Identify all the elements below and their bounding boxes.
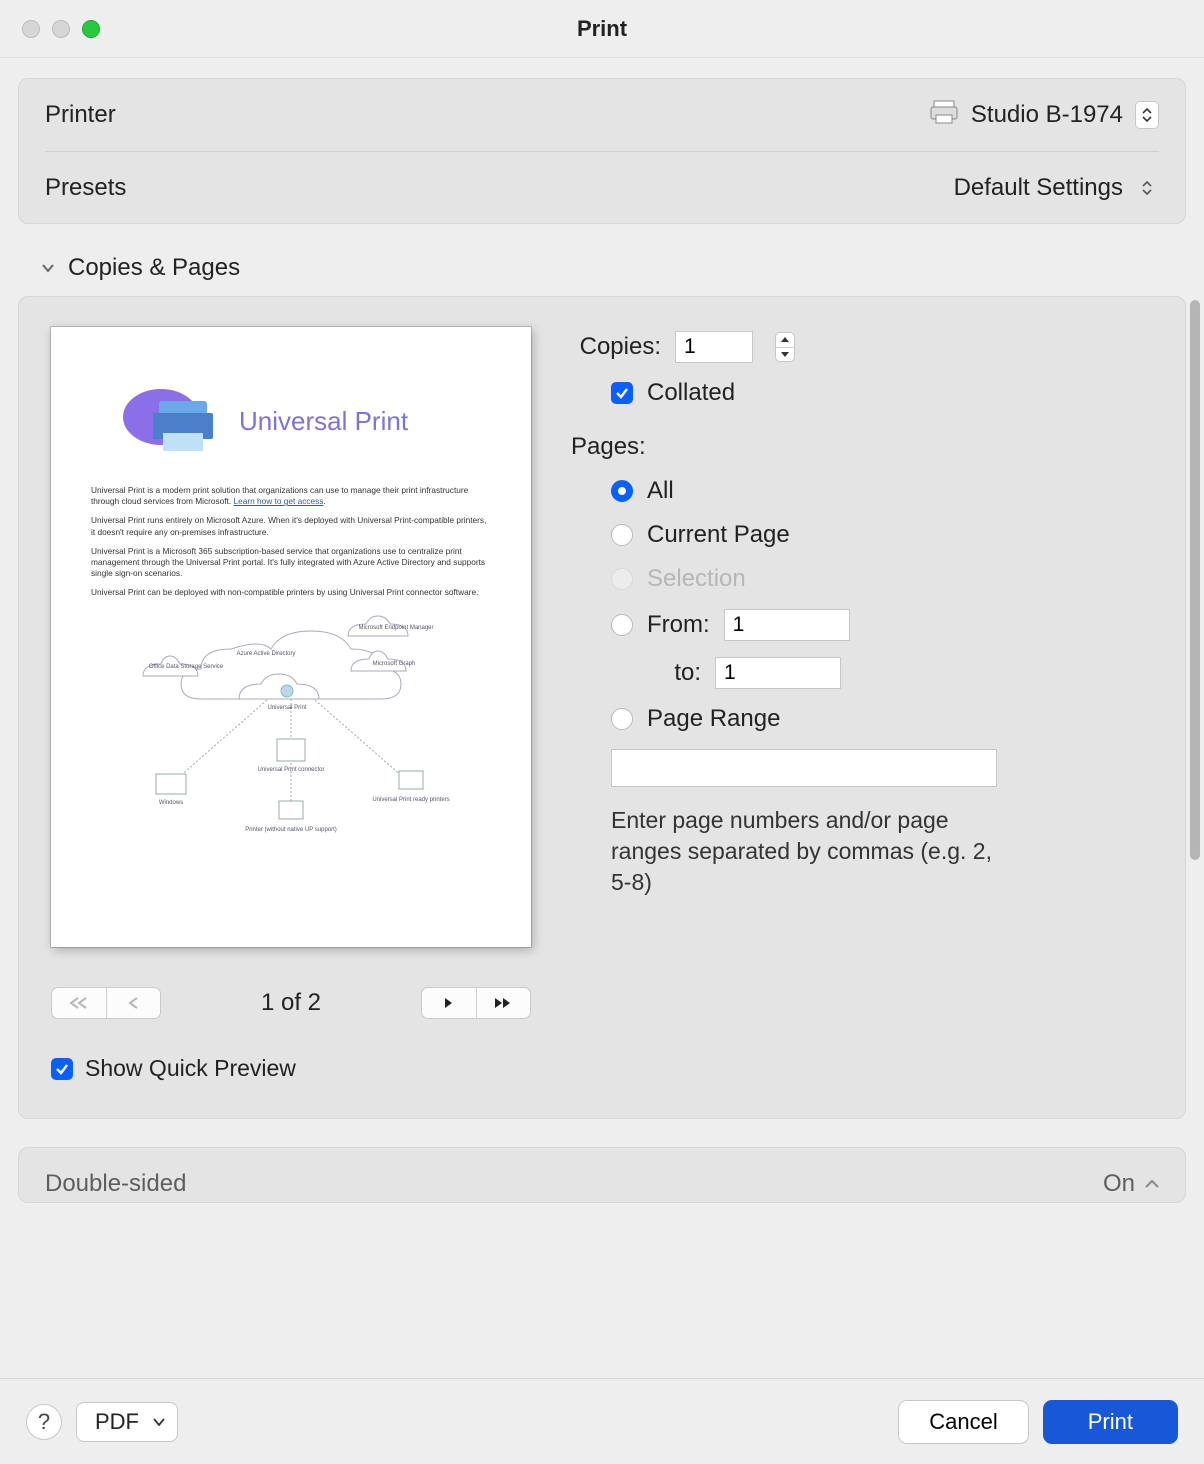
preview-column: Universal Print Universal Print is a mod… xyxy=(51,327,531,1082)
page-range-label: Page Range xyxy=(647,705,780,733)
pdf-label: PDF xyxy=(95,1409,139,1435)
print-button[interactable]: Print xyxy=(1043,1400,1178,1444)
pages-label: Pages: xyxy=(571,433,646,461)
stepper-down-button[interactable] xyxy=(776,347,794,362)
last-page-button[interactable] xyxy=(476,988,530,1018)
doc-hero-title: Universal Print xyxy=(239,406,408,437)
page-counter: 1 of 2 xyxy=(261,989,321,1017)
show-quick-preview-checkbox[interactable] xyxy=(51,1058,73,1080)
copies-pages-panel: Universal Print Universal Print is a mod… xyxy=(18,296,1186,1119)
pages-current-label: Current Page xyxy=(647,521,790,549)
show-quick-preview-label: Show Quick Preview xyxy=(85,1055,296,1082)
pages-all-radio[interactable] xyxy=(611,480,633,502)
preview-pager: 1 of 2 xyxy=(51,987,531,1019)
chevron-up-icon xyxy=(1145,1179,1159,1189)
stepper-up-button[interactable] xyxy=(776,333,794,347)
pages-to-label: to: xyxy=(647,659,701,687)
collated-checkbox[interactable] xyxy=(611,382,633,404)
pages-from-radio[interactable] xyxy=(611,614,633,636)
collated-row[interactable]: Collated xyxy=(611,379,1153,407)
pdf-menu-button[interactable]: PDF xyxy=(76,1402,178,1442)
copies-pages-header[interactable]: Copies & Pages xyxy=(18,224,1186,296)
copies-pages-form: Copies: Collated Pages: All xyxy=(571,327,1153,1082)
svg-text:Universal Print connector: Universal Print connector xyxy=(257,767,324,773)
chevron-updown-icon xyxy=(1135,101,1159,129)
help-button[interactable]: ? xyxy=(26,1404,62,1440)
copies-label: Copies: xyxy=(571,333,661,361)
double-sided-label: Double-sided xyxy=(45,1170,186,1198)
doc-paragraph: Universal Print is a Microsoft 365 subsc… xyxy=(91,546,491,580)
page-range-hint: Enter page numbers and/or page ranges se… xyxy=(611,805,1011,898)
copies-stepper[interactable] xyxy=(775,332,795,362)
doc-paragraph: Universal Print is a modern print soluti… xyxy=(91,485,491,507)
chevron-down-icon xyxy=(153,1418,165,1426)
collated-label: Collated xyxy=(647,379,735,407)
chevron-down-icon xyxy=(40,260,56,276)
svg-text:Windows: Windows xyxy=(159,800,183,806)
scrollbar[interactable] xyxy=(1190,300,1200,860)
section-title: Copies & Pages xyxy=(68,254,240,282)
pages-selection-radio xyxy=(611,568,633,590)
svg-text:Printer (without native UP sup: Printer (without native UP support) xyxy=(245,827,337,833)
pages-to-input[interactable] xyxy=(715,657,841,689)
svg-text:Microsoft Endpoint Manager: Microsoft Endpoint Manager xyxy=(358,625,433,631)
pages-current-row[interactable]: Current Page xyxy=(611,521,1153,549)
page-range-radio[interactable] xyxy=(611,708,633,730)
printer-popup[interactable]: Studio B-1974 xyxy=(929,99,1159,132)
pager-back-group xyxy=(51,987,161,1019)
dialog-footer: ? PDF Cancel Print xyxy=(0,1378,1204,1464)
double-sided-panel[interactable]: Double-sided On xyxy=(18,1147,1186,1203)
printer-name: Studio B-1974 xyxy=(971,101,1123,129)
titlebar: Print xyxy=(0,0,1204,58)
double-sided-value: On xyxy=(1103,1170,1135,1198)
presets-popup[interactable]: Default Settings xyxy=(954,174,1159,202)
pages-from-input[interactable] xyxy=(724,609,850,641)
pages-all-row[interactable]: All xyxy=(611,477,1153,505)
pages-current-radio[interactable] xyxy=(611,524,633,546)
show-quick-preview-row[interactable]: Show Quick Preview xyxy=(51,1055,296,1082)
pager-forward-group xyxy=(421,987,531,1019)
pages-from-label: From: xyxy=(647,611,710,639)
doc-diagram: Azure Active Directory Microsoft Endpoin… xyxy=(91,609,491,839)
chevron-updown-icon xyxy=(1135,174,1159,202)
page-range-input[interactable] xyxy=(611,749,997,787)
window-title: Print xyxy=(0,16,1204,42)
doc-paragraph: Universal Print can be deployed with non… xyxy=(91,587,491,598)
doc-link: Learn how to get access xyxy=(233,496,323,506)
page-range-row[interactable]: Page Range xyxy=(611,705,1153,733)
svg-text:Office Data Storage Service: Office Data Storage Service xyxy=(149,664,224,670)
printer-label: Printer xyxy=(45,101,116,129)
pages-from-row[interactable]: From: xyxy=(611,609,1153,641)
prev-page-button[interactable] xyxy=(106,988,160,1018)
copies-input[interactable] xyxy=(675,331,753,363)
presets-label: Presets xyxy=(45,174,126,202)
pages-all-label: All xyxy=(647,477,674,505)
first-page-button[interactable] xyxy=(52,988,106,1018)
page-preview: Universal Print Universal Print is a mod… xyxy=(51,327,531,947)
printer-presets-panel: Printer Studio B-1974 Presets Default Se… xyxy=(18,78,1186,224)
svg-text:Azure Active Directory: Azure Active Directory xyxy=(236,651,295,657)
doc-paragraph: Universal Print runs entirely on Microso… xyxy=(91,515,491,537)
pages-selection-row: Selection xyxy=(611,565,1153,593)
presets-value: Default Settings xyxy=(954,174,1123,202)
svg-text:Microsoft Graph: Microsoft Graph xyxy=(373,661,416,667)
svg-text:Universal Print: Universal Print xyxy=(267,705,306,711)
printer-icon xyxy=(929,99,959,132)
cancel-button[interactable]: Cancel xyxy=(898,1400,1028,1444)
svg-text:Universal Print ready printers: Universal Print ready printers xyxy=(372,797,449,803)
pages-selection-label: Selection xyxy=(647,565,746,593)
next-page-button[interactable] xyxy=(422,988,476,1018)
universal-print-logo-icon xyxy=(121,381,221,461)
